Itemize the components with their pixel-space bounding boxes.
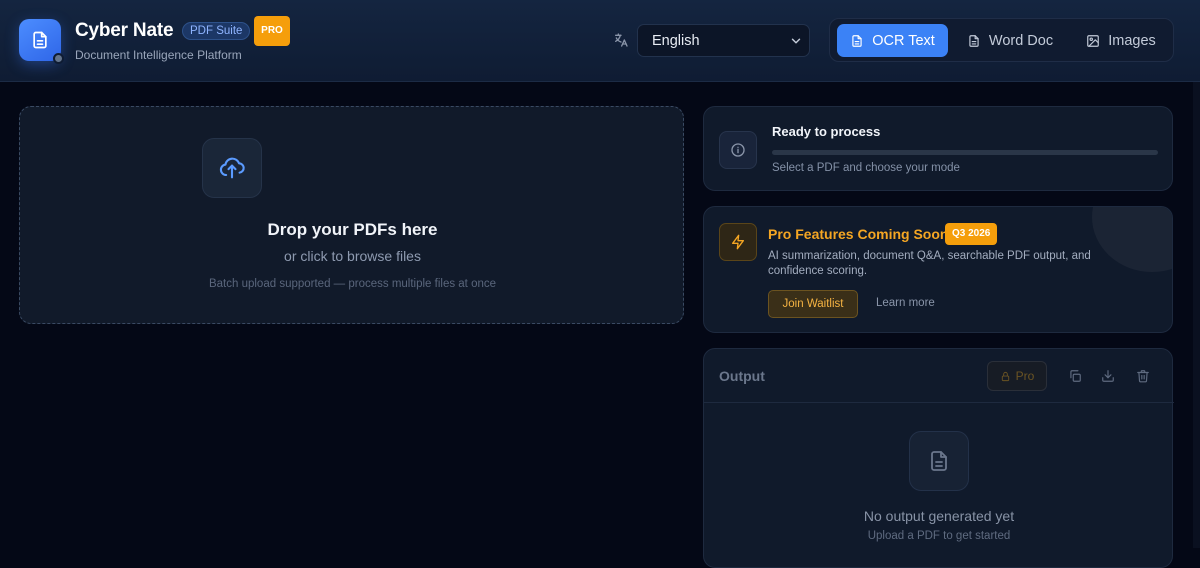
dropzone-title: Drop your PDFs here: [267, 220, 438, 239]
mode-images-button[interactable]: Images: [1076, 24, 1166, 57]
trash-icon[interactable]: [1136, 369, 1150, 383]
mode-label: Word Doc: [988, 32, 1054, 49]
document-icon: [852, 34, 862, 47]
learn-more-link[interactable]: Learn more: [876, 297, 935, 309]
pro-features-description: AI summarization, document Q&A, searchab…: [768, 250, 1091, 277]
release-badge: Q3 2026: [945, 223, 998, 245]
lightning-icon-box: [719, 223, 757, 261]
dropzone-subtitle: or click to browse files: [284, 248, 421, 264]
language-value: English: [652, 33, 700, 49]
output-title: Output: [719, 368, 765, 384]
image-icon: [1087, 34, 1100, 47]
app-header: Cyber Nate PDF Suite PRO Document Intell…: [0, 0, 1200, 82]
lightning-icon: [732, 234, 744, 250]
empty-output-title: No output generated yet: [863, 508, 1015, 524]
document-icon: [33, 31, 47, 49]
copy-icon[interactable]: [1068, 369, 1082, 383]
pro-features-title: Pro Features Coming Soon: [768, 226, 949, 242]
app-logo: [19, 19, 64, 64]
download-icon[interactable]: [1101, 369, 1115, 383]
info-icon-box: [719, 131, 757, 169]
language-select[interactable]: English: [637, 24, 810, 57]
brand-subtitle: Document Intelligence Platform: [75, 48, 242, 62]
status-subtitle: Select a PDF and choose your mode: [772, 162, 960, 174]
pdf-dropzone[interactable]: Drop your PDFs here or click to browse f…: [19, 106, 684, 324]
document-icon: [969, 34, 979, 47]
mode-label: OCR Text: [872, 32, 935, 49]
chevron-down-icon: [791, 38, 801, 44]
output-pro-label: Pro: [1015, 369, 1035, 383]
brand-name: Cyber Nate: [75, 20, 174, 41]
cloud-upload-icon: [219, 157, 245, 179]
suite-badge: PDF Suite: [182, 22, 251, 40]
scrollbar-track[interactable]: [1193, 82, 1200, 548]
translate-icon: [615, 33, 628, 47]
pro-features-card: Pro Features Coming Soon Q3 2026 AI summ…: [703, 206, 1173, 333]
status-dot: [53, 53, 64, 64]
status-title: Ready to process: [772, 124, 881, 139]
progress-bar: [772, 150, 1158, 155]
empty-output-subtitle: Upload a PDF to get started: [867, 530, 1011, 542]
mode-ocr-text-button[interactable]: OCR Text: [837, 24, 948, 57]
output-pro-button[interactable]: Pro: [987, 361, 1047, 391]
output-card: Output Pro No output generated yet Uploa…: [703, 348, 1174, 568]
info-icon: [731, 143, 745, 157]
mode-selector: OCR Text Word Doc Images: [829, 18, 1174, 62]
document-icon: [931, 451, 947, 471]
mode-word-doc-button[interactable]: Word Doc: [960, 24, 1060, 57]
mode-label: Images: [1108, 32, 1156, 49]
upload-icon-box: [202, 138, 262, 198]
lock-icon: [1001, 371, 1009, 381]
empty-output-icon-box: [909, 431, 969, 491]
status-card: Ready to process Select a PDF and choose…: [703, 106, 1173, 191]
dropzone-note: Batch upload supported — process multipl…: [208, 278, 497, 290]
join-waitlist-button[interactable]: Join Waitlist: [768, 290, 858, 318]
output-header: Output Pro: [704, 349, 1174, 403]
pro-badge: PRO: [254, 16, 290, 46]
